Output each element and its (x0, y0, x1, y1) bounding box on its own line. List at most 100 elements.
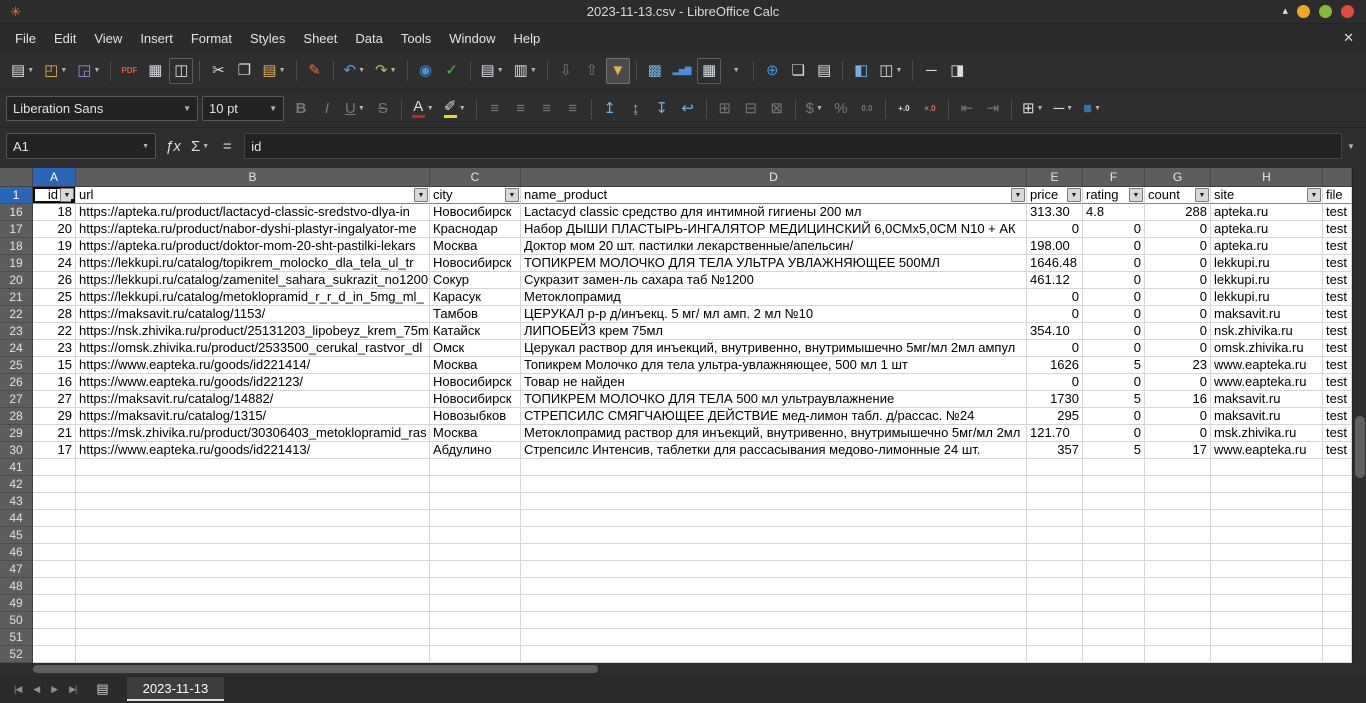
cell-I46[interactable] (1323, 544, 1352, 561)
previous-sheet-button[interactable]: ◀ (27, 684, 45, 695)
cell-G43[interactable] (1145, 493, 1211, 510)
cell-C44[interactable] (430, 510, 521, 527)
cell-F22[interactable]: 0 (1083, 306, 1145, 323)
row-header-42[interactable]: 42 (0, 476, 33, 493)
cell-F26[interactable]: 0 (1083, 374, 1145, 391)
row-header-52[interactable]: 52 (0, 646, 33, 663)
cell-C22[interactable]: Тамбов (430, 306, 521, 323)
row-header-26[interactable]: 26 (0, 374, 33, 391)
cell-I20[interactable]: test (1323, 272, 1352, 289)
row-header-45[interactable]: 45 (0, 527, 33, 544)
cell-F49[interactable] (1083, 595, 1145, 612)
cell-A23[interactable]: 22 (33, 323, 76, 340)
paste-icon-dropdown[interactable]: ▼ (279, 67, 286, 74)
border-style-icon[interactable]: ─ ▼ (1049, 96, 1077, 122)
row-header-23[interactable]: 23 (0, 323, 33, 340)
print-preview-icon[interactable]: ◫ (169, 57, 194, 84)
cell-D41[interactable] (521, 459, 1027, 476)
columns-icon-dropdown[interactable]: ▼ (530, 67, 537, 74)
cell-B16[interactable]: https://apteka.ru/product/lactacyd-class… (76, 204, 430, 221)
cell-E46[interactable] (1027, 544, 1083, 561)
cell-C47[interactable] (430, 561, 521, 578)
redo-icon-dropdown[interactable]: ▼ (390, 67, 397, 74)
cell-I52[interactable] (1323, 646, 1352, 663)
underline-icon-dropdown[interactable]: ▼ (358, 105, 365, 112)
cell-H43[interactable] (1211, 493, 1323, 510)
cell-F30[interactable]: 5 (1083, 442, 1145, 459)
cell-H1[interactable]: site ▼ (1211, 187, 1323, 204)
cell-B18[interactable]: https://apteka.ru/product/doktor-mom-20-… (76, 238, 430, 255)
cell-H45[interactable] (1211, 527, 1323, 544)
cell-G24[interactable]: 0 (1145, 340, 1211, 357)
row-header-17[interactable]: 17 (0, 221, 33, 238)
cell-A51[interactable] (33, 629, 76, 646)
horizontal-scrollbar[interactable] (0, 663, 1366, 675)
sheet-tab-active[interactable]: 2023-11-13 (126, 677, 225, 701)
cell-F28[interactable]: 0 (1083, 408, 1145, 425)
autofilter-button-id[interactable]: ▼ (60, 188, 74, 202)
cell-D46[interactable] (521, 544, 1027, 561)
cell-F48[interactable] (1083, 578, 1145, 595)
cell-E30[interactable]: 357 (1027, 442, 1083, 459)
headers-and-footers-icon[interactable]: ▤ (812, 58, 836, 84)
cell-A18[interactable]: 19 (33, 238, 76, 255)
cell-C50[interactable] (430, 612, 521, 629)
font-name-dropdown-icon[interactable]: ▼ (175, 104, 191, 113)
cell-H41[interactable] (1211, 459, 1323, 476)
cell-C16[interactable]: Новосибирск (430, 204, 521, 221)
cell-G44[interactable] (1145, 510, 1211, 527)
cell-I23[interactable]: test (1323, 323, 1352, 340)
cell-D23[interactable]: ЛИПОБЕЙЗ крем 75мл (521, 323, 1027, 340)
cell-B47[interactable] (76, 561, 430, 578)
row-header-49[interactable]: 49 (0, 595, 33, 612)
column-header-A[interactable]: A (33, 168, 76, 187)
border-color-icon-dropdown[interactable]: ▼ (1094, 105, 1101, 112)
cell-A24[interactable]: 23 (33, 340, 76, 357)
increase-indent-icon[interactable]: ⇥ (981, 96, 1005, 122)
row-header-50[interactable]: 50 (0, 612, 33, 629)
cell-H47[interactable] (1211, 561, 1323, 578)
row-header-28[interactable]: 28 (0, 408, 33, 425)
bold-icon[interactable]: B (289, 96, 313, 122)
cell-B21[interactable]: https://lekkupi.ru/catalog/metoklopramid… (76, 289, 430, 306)
menu-tools[interactable]: Tools (392, 27, 440, 50)
cell-I27[interactable]: test (1323, 391, 1352, 408)
cell-C1[interactable]: city ▼ (430, 187, 521, 204)
paste-icon[interactable]: ▤ ▼ (258, 58, 289, 84)
cell-H18[interactable]: apteka.ru (1211, 238, 1323, 255)
cell-G47[interactable] (1145, 561, 1211, 578)
cell-G22[interactable]: 0 (1145, 306, 1211, 323)
vertical-scrollbar[interactable] (1352, 168, 1366, 663)
sort-descending-icon[interactable]: ⇧ (580, 58, 604, 84)
cell-A30[interactable]: 17 (33, 442, 76, 459)
cell-C19[interactable]: Новосибирск (430, 255, 521, 272)
cell-F44[interactable] (1083, 510, 1145, 527)
cell-E50[interactable] (1027, 612, 1083, 629)
row-header-30[interactable]: 30 (0, 442, 33, 459)
italic-icon[interactable]: I (315, 96, 339, 122)
split-window-icon-dropdown[interactable]: ▼ (895, 67, 902, 74)
cell-F27[interactable]: 5 (1083, 391, 1145, 408)
cell-E23[interactable]: 354.10 (1027, 323, 1083, 340)
cell-H50[interactable] (1211, 612, 1323, 629)
row-header-1[interactable]: 1 (0, 187, 33, 204)
cell-D22[interactable]: ЦЕРУКАЛ р-р д/инъекц. 5 мг/ мл амп. 2 мл… (521, 306, 1027, 323)
cell-G20[interactable]: 0 (1145, 272, 1211, 289)
save-icon-dropdown[interactable]: ▼ (93, 67, 100, 74)
rows-icon[interactable]: ▤ ▼ (477, 58, 508, 84)
cell-E28[interactable]: 295 (1027, 408, 1083, 425)
cell-E25[interactable]: 1626 (1027, 357, 1083, 374)
close-document-icon[interactable]: ✕ (1343, 30, 1354, 46)
cell-E29[interactable]: 121.70 (1027, 425, 1083, 442)
cell-H19[interactable]: lekkupi.ru (1211, 255, 1323, 272)
menu-view[interactable]: View (85, 27, 131, 50)
cell-B23[interactable]: https://nsk.zhivika.ru/product/25131203_… (76, 323, 430, 340)
cell-E42[interactable] (1027, 476, 1083, 493)
cell-B41[interactable] (76, 459, 430, 476)
row-header-16[interactable]: 16 (0, 204, 33, 221)
cell-D49[interactable] (521, 595, 1027, 612)
cell-E51[interactable] (1027, 629, 1083, 646)
cell-E17[interactable]: 0 (1027, 221, 1083, 238)
cell-C27[interactable]: Новосибирск (430, 391, 521, 408)
cell-I18[interactable]: test (1323, 238, 1352, 255)
